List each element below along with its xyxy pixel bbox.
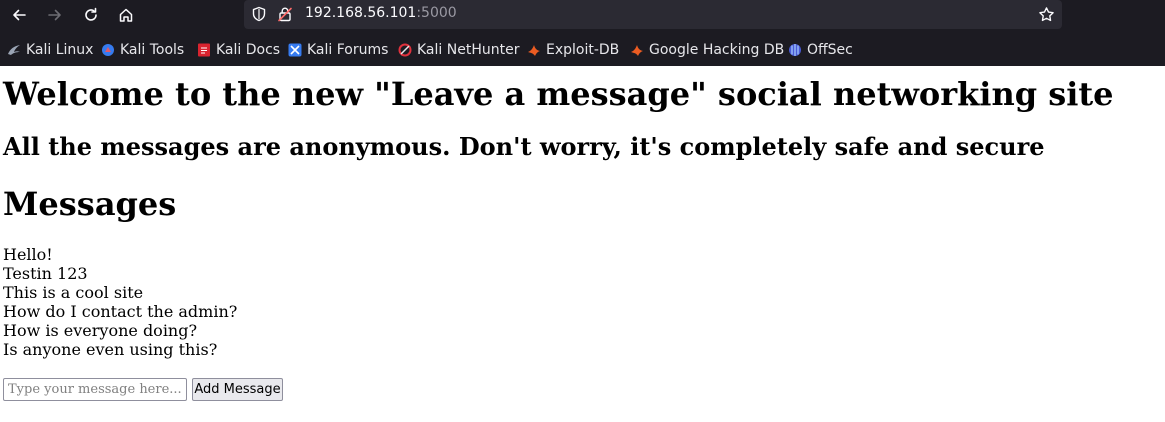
message-item: How is everyone doing? xyxy=(3,321,198,340)
kali-tools-icon xyxy=(102,44,114,56)
page-content: Welcome to the new "Leave a message" soc… xyxy=(0,66,1165,422)
kali-forums-icon xyxy=(288,43,302,57)
ghdb-icon xyxy=(631,45,643,56)
reload-icon xyxy=(85,7,97,21)
home-icon xyxy=(119,8,133,22)
message-item: This is a cool site xyxy=(3,283,144,302)
bookmarks-toolbar: Kali Linux Kali Tools Kali Docs Kali For… xyxy=(0,38,1165,62)
forward-button[interactable] xyxy=(41,2,69,28)
nethunter-icon xyxy=(398,43,412,57)
message-list: Hello! Testin 123 This is a cool site Ho… xyxy=(3,245,237,359)
forward-arrow-icon xyxy=(48,9,61,21)
offsec-icon xyxy=(789,44,801,56)
kali-dragon-icon xyxy=(8,45,20,55)
bookmark-label: Google Hacking DB xyxy=(649,42,785,58)
message-item: How do I contact the admin? xyxy=(3,302,238,321)
url-text[interactable]: 192.168.56.101:5000 xyxy=(305,5,457,21)
tracking-protection-shield-icon[interactable] xyxy=(251,6,267,22)
page-title: Welcome to the new "Leave a message" soc… xyxy=(3,75,1114,113)
add-message-button[interactable]: Add Message xyxy=(192,378,283,401)
url-port: :5000 xyxy=(416,5,457,21)
bookmark-offsec[interactable]: OffSec xyxy=(788,40,853,60)
insecure-lock-icon[interactable] xyxy=(277,6,293,22)
bookmark-label: Kali Forums xyxy=(307,42,389,58)
message-item: Testin 123 xyxy=(3,264,88,283)
bookmark-exploit-db[interactable]: Exploit-DB xyxy=(527,40,619,60)
bookmark-kali-docs[interactable]: Kali Docs xyxy=(197,40,280,60)
reload-button[interactable] xyxy=(77,2,105,28)
bookmark-kali-linux[interactable]: Kali Linux xyxy=(7,40,93,60)
bookmark-label: Exploit-DB xyxy=(546,42,620,58)
home-button[interactable] xyxy=(112,2,140,28)
bookmark-label: Kali NetHunter xyxy=(417,42,520,58)
message-item: Hello! xyxy=(3,245,53,264)
page-subtitle: All the messages are anonymous. Don't wo… xyxy=(3,132,1045,161)
bookmark-kali-forums[interactable]: Kali Forums xyxy=(288,40,388,60)
bookmark-google-hacking-db[interactable]: Google Hacking DB xyxy=(630,40,784,60)
bookmark-label: OffSec xyxy=(807,42,853,58)
exploit-db-icon xyxy=(528,45,540,56)
bookmark-label: Kali Linux xyxy=(26,42,94,58)
browser-chrome: 192.168.56.101:5000 Kali Linux Kali Tool… xyxy=(0,0,1165,66)
address-bar[interactable]: 192.168.56.101:5000 xyxy=(244,0,1062,29)
back-button[interactable] xyxy=(5,2,33,28)
kali-docs-icon xyxy=(198,43,210,57)
message-input[interactable] xyxy=(3,378,187,401)
url-host: 192.168.56.101 xyxy=(305,5,417,21)
messages-heading: Messages xyxy=(3,185,177,223)
back-arrow-icon xyxy=(13,9,26,21)
bookmark-kali-tools[interactable]: Kali Tools xyxy=(101,40,184,60)
message-item: Is anyone even using this? xyxy=(3,340,218,359)
navigation-toolbar: 192.168.56.101:5000 xyxy=(0,0,1165,30)
bookmark-kali-nethunter[interactable]: Kali NetHunter xyxy=(398,40,519,60)
bookmark-star-icon[interactable] xyxy=(1038,6,1055,23)
bookmark-label: Kali Docs xyxy=(216,42,281,58)
bookmark-label: Kali Tools xyxy=(120,42,185,58)
